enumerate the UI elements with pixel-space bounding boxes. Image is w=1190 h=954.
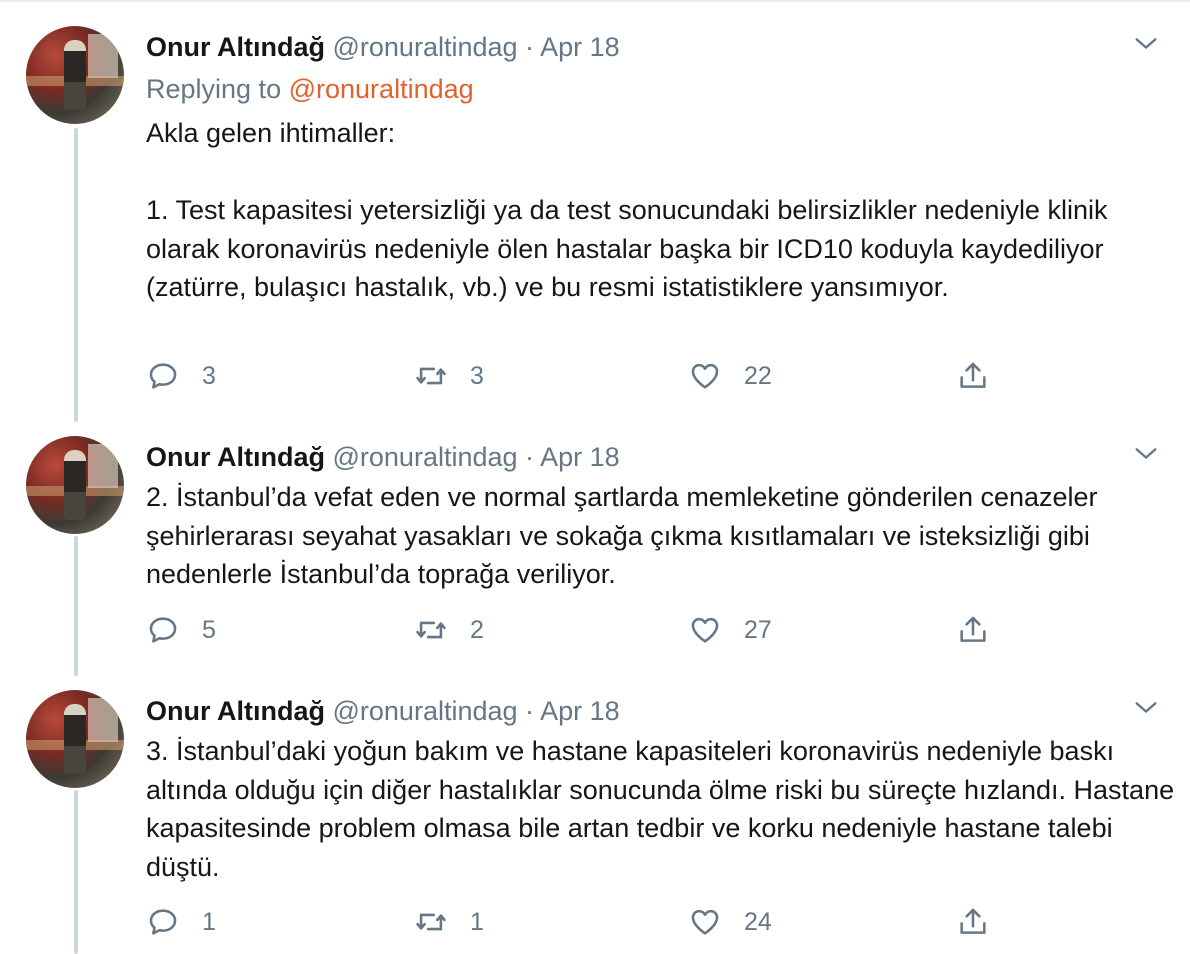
- tweet-text: 2. İstanbul’da vefat eden ve normal şart…: [146, 482, 1106, 589]
- avatar[interactable]: [26, 26, 124, 124]
- retweet-count: 2: [470, 615, 484, 644]
- author-name[interactable]: Onur Altındağ: [146, 696, 325, 726]
- reply-button[interactable]: 3: [146, 358, 216, 394]
- chevron-down-icon[interactable]: [1132, 30, 1160, 58]
- retweet-icon: [416, 913, 446, 931]
- tweet-header: Onur Altındağ @ronuraltindag · Apr 18: [146, 30, 620, 64]
- like-button[interactable]: 24: [688, 904, 772, 940]
- separator: ·: [525, 442, 535, 472]
- like-button[interactable]: 22: [688, 358, 772, 394]
- reply-button[interactable]: 1: [146, 904, 216, 940]
- reply-count: 5: [202, 615, 216, 644]
- tweet-text: 3. İstanbul’daki yoğun bakım ve hastane …: [146, 736, 1182, 882]
- like-count: 24: [744, 907, 772, 936]
- share-icon: [960, 362, 986, 388]
- reply-icon: [149, 617, 177, 643]
- reply-button[interactable]: 5: [146, 612, 216, 648]
- chevron-down-icon[interactable]: [1132, 694, 1160, 722]
- tweet-date[interactable]: Apr 18: [540, 32, 620, 62]
- retweet-icon: [416, 367, 446, 385]
- tweet[interactable]: Onur Altındağ @ronuraltindag · Apr 18 3.…: [0, 690, 1190, 954]
- share-button[interactable]: [956, 612, 990, 648]
- share-icon: [960, 616, 986, 642]
- retweet-button[interactable]: 1: [414, 904, 484, 940]
- reply-icon: [149, 363, 177, 389]
- author-name[interactable]: Onur Altındağ: [146, 442, 325, 472]
- retweet-count: 3: [470, 361, 484, 390]
- share-button[interactable]: [956, 904, 990, 940]
- avatar[interactable]: [26, 690, 124, 788]
- replying-handle-link[interactable]: @ronuraltindag: [289, 74, 474, 104]
- retweet-count: 1: [470, 907, 484, 936]
- heart-icon: [691, 617, 719, 643]
- heart-icon: [691, 363, 719, 389]
- replying-to: Replying to @ronuraltindag: [146, 72, 474, 106]
- author-name[interactable]: Onur Altındağ: [146, 32, 325, 62]
- like-button[interactable]: 27: [688, 612, 772, 648]
- retweet-icon: [416, 621, 446, 639]
- tweet-text: Akla gelen ihtimaller: 1. Test kapasites…: [146, 118, 1108, 302]
- tweet-header: Onur Altındağ @ronuraltindag · Apr 18: [146, 440, 620, 474]
- tweet[interactable]: Onur Altındağ @ronuraltindag · Apr 18 2.…: [0, 436, 1190, 666]
- tweet-date[interactable]: Apr 18: [540, 442, 620, 472]
- author-handle[interactable]: @ronuraltindag: [333, 696, 518, 726]
- author-handle[interactable]: @ronuraltindag: [333, 32, 518, 62]
- retweet-button[interactable]: 2: [414, 612, 484, 648]
- separator: ·: [525, 696, 535, 726]
- avatar[interactable]: [26, 436, 124, 534]
- replying-prefix: Replying to: [146, 74, 282, 104]
- share-icon: [960, 908, 986, 934]
- reply-count: 1: [202, 907, 216, 936]
- chevron-down-icon[interactable]: [1132, 440, 1160, 468]
- retweet-button[interactable]: 3: [414, 358, 484, 394]
- like-count: 22: [744, 361, 772, 390]
- share-button[interactable]: [956, 358, 990, 394]
- separator: ·: [525, 32, 535, 62]
- reply-count: 3: [202, 361, 216, 390]
- top-divider: [0, 0, 1190, 2]
- heart-icon: [691, 909, 719, 935]
- author-handle[interactable]: @ronuraltindag: [333, 442, 518, 472]
- tweet-actions: 1 1 24: [146, 904, 1006, 940]
- tweet-actions: 3 3 22: [146, 358, 1006, 394]
- tweet-header: Onur Altındağ @ronuraltindag · Apr 18: [146, 694, 620, 728]
- like-count: 27: [744, 615, 772, 644]
- tweet-date[interactable]: Apr 18: [540, 696, 620, 726]
- reply-icon: [149, 909, 177, 935]
- tweet-actions: 5 2 27: [146, 612, 1006, 648]
- tweet[interactable]: Onur Altındağ @ronuraltindag · Apr 18 Re…: [0, 26, 1190, 406]
